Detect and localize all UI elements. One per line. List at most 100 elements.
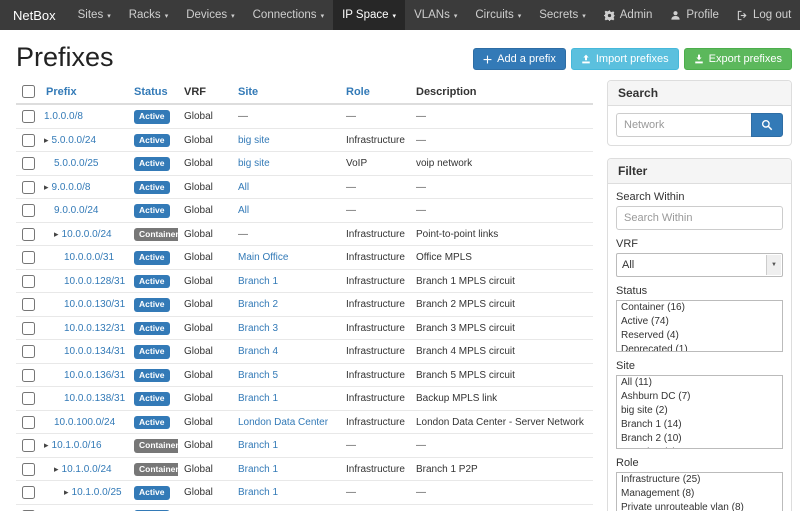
row-checkbox[interactable] [22,251,35,264]
site-link[interactable]: All [238,182,249,193]
export-prefixes-button[interactable]: Export prefixes [684,48,792,70]
prefix-link[interactable]: 10.1.0.0/24 [62,464,112,475]
nav-profile[interactable]: Profile [661,0,728,30]
filter-option[interactable]: Deprecated (1) [617,343,782,352]
search-input[interactable] [616,113,751,137]
expand-arrow-icon[interactable]: ▸ [54,464,59,474]
filter-option[interactable]: Branch 1 (14) [617,418,782,432]
prefix-link[interactable]: 9.0.0.0/8 [52,182,91,193]
prefix-link[interactable]: 10.0.0.134/31 [64,346,125,357]
sort-prefix-header[interactable]: Prefix [46,86,77,98]
nav-logout[interactable]: Log out [728,0,800,30]
row-checkbox[interactable] [22,228,35,241]
expand-arrow-icon[interactable]: ▸ [44,440,49,450]
select-all-checkbox[interactable] [22,85,35,98]
filter-option[interactable]: big site (2) [617,404,782,418]
prefix-link[interactable]: 9.0.0.0/24 [54,205,98,216]
row-checkbox[interactable] [22,439,35,452]
sort-status-header[interactable]: Status [134,86,168,98]
nav-admin[interactable]: Admin [595,0,662,30]
row-checkbox[interactable] [22,369,35,382]
nav-secrets[interactable]: Secrets▾ [530,0,595,30]
filter-option[interactable]: Container (16) [617,301,782,315]
filter-option[interactable]: Branch 3 (6) [617,446,782,449]
prefix-link[interactable]: 10.0.0.138/31 [64,393,125,404]
site-link[interactable]: Branch 2 [238,299,278,310]
status-filter-listbox[interactable]: Container (16)Active (74)Reserved (4)Dep… [616,300,783,352]
prefix-link[interactable]: 10.0.0.132/31 [64,323,125,334]
prefix-link[interactable]: 10.0.0.0/31 [64,252,114,263]
row-checkbox[interactable] [22,181,35,194]
site-link[interactable]: Branch 1 [238,276,278,287]
site-link[interactable]: Branch 1 [238,464,278,475]
filter-option[interactable]: Active (74) [617,315,782,329]
prefix-link[interactable]: 10.0.0.128/31 [64,276,125,287]
site-link[interactable]: Main Office [238,252,288,263]
row-checkbox[interactable] [22,204,35,217]
row-checkbox[interactable] [22,322,35,335]
row-checkbox[interactable] [22,275,35,288]
nav-racks[interactable]: Racks▾ [120,0,177,30]
row-checkbox[interactable] [22,157,35,170]
row-checkbox[interactable] [22,110,35,123]
site-filter-listbox[interactable]: All (11)Ashburn DC (7)big site (2)Branch… [616,375,783,449]
prefix-link[interactable]: 10.0.0.130/31 [64,299,125,310]
row-checkbox[interactable] [22,392,35,405]
site-link[interactable]: Branch 5 [238,370,278,381]
checkbox-cell [16,293,40,317]
site-link[interactable]: big site [238,135,270,146]
prefix-link[interactable]: 10.1.0.0/16 [52,440,102,451]
site-cell: big site [232,128,340,152]
filter-option[interactable]: Ashburn DC (7) [617,390,782,404]
row-checkbox[interactable] [22,134,35,147]
row-checkbox[interactable] [22,463,35,476]
prefix-link[interactable]: 1.0.0.0/8 [44,111,83,122]
site-link[interactable]: Branch 3 [238,323,278,334]
expand-arrow-icon[interactable]: ▸ [44,135,49,145]
site-link[interactable]: Branch 1 [238,393,278,404]
prefix-link[interactable]: 10.0.0.136/31 [64,370,125,381]
row-checkbox[interactable] [22,486,35,499]
prefix-cell: 1.0.0.0/8 [40,104,128,128]
site-link[interactable]: big site [238,158,270,169]
prefix-link[interactable]: 10.0.0.0/24 [62,229,112,240]
add-prefix-button[interactable]: Add a prefix [473,48,566,70]
status-badge: Active [134,416,170,430]
import-prefixes-button[interactable]: Import prefixes [571,48,679,70]
row-checkbox[interactable] [22,345,35,358]
role-filter-listbox[interactable]: Infrastructure (25)Management (8)Private… [616,472,783,511]
expand-arrow-icon[interactable]: ▸ [54,229,59,239]
expand-arrow-icon[interactable]: ▸ [44,182,49,192]
expand-arrow-icon[interactable]: ▸ [64,487,69,497]
prefix-link[interactable]: 10.1.0.0/25 [72,487,122,498]
row-checkbox[interactable] [22,416,35,429]
site-link[interactable]: Branch 1 [238,440,278,451]
filter-option[interactable]: Branch 2 (10) [617,432,782,446]
nav-vlans[interactable]: VLANs▾ [405,0,466,30]
row-checkbox[interactable] [22,298,35,311]
nav-ip-space[interactable]: IP Space▾ [333,0,405,30]
filter-option[interactable]: Reserved (4) [617,329,782,343]
nav-sites[interactable]: Sites▾ [69,0,120,30]
filter-option[interactable]: Private unrouteable vlan (8) [617,501,782,511]
nav-circuits[interactable]: Circuits▾ [466,0,530,30]
vrf-cell: Global [178,363,232,387]
filter-option[interactable]: Management (8) [617,487,782,501]
prefix-link[interactable]: 5.0.0.0/24 [52,135,96,146]
nav-devices[interactable]: Devices▾ [177,0,243,30]
sort-site-header[interactable]: Site [238,86,258,98]
site-link[interactable]: Branch 1 [238,487,278,498]
app-brand[interactable]: NetBox [0,0,69,30]
site-link[interactable]: Branch 4 [238,346,278,357]
site-link[interactable]: London Data Center [238,417,328,428]
site-link[interactable]: All [238,205,249,216]
sort-role-header[interactable]: Role [346,86,370,98]
vrf-select[interactable]: All ▼ [616,253,783,277]
filter-option[interactable]: All (11) [617,376,782,390]
search-button[interactable] [751,113,783,137]
filter-option[interactable]: Infrastructure (25) [617,473,782,487]
prefix-link[interactable]: 10.0.100.0/24 [54,417,115,428]
nav-connections[interactable]: Connections▾ [244,0,333,30]
prefix-link[interactable]: 5.0.0.0/25 [54,158,98,169]
search-within-input[interactable] [616,206,783,230]
